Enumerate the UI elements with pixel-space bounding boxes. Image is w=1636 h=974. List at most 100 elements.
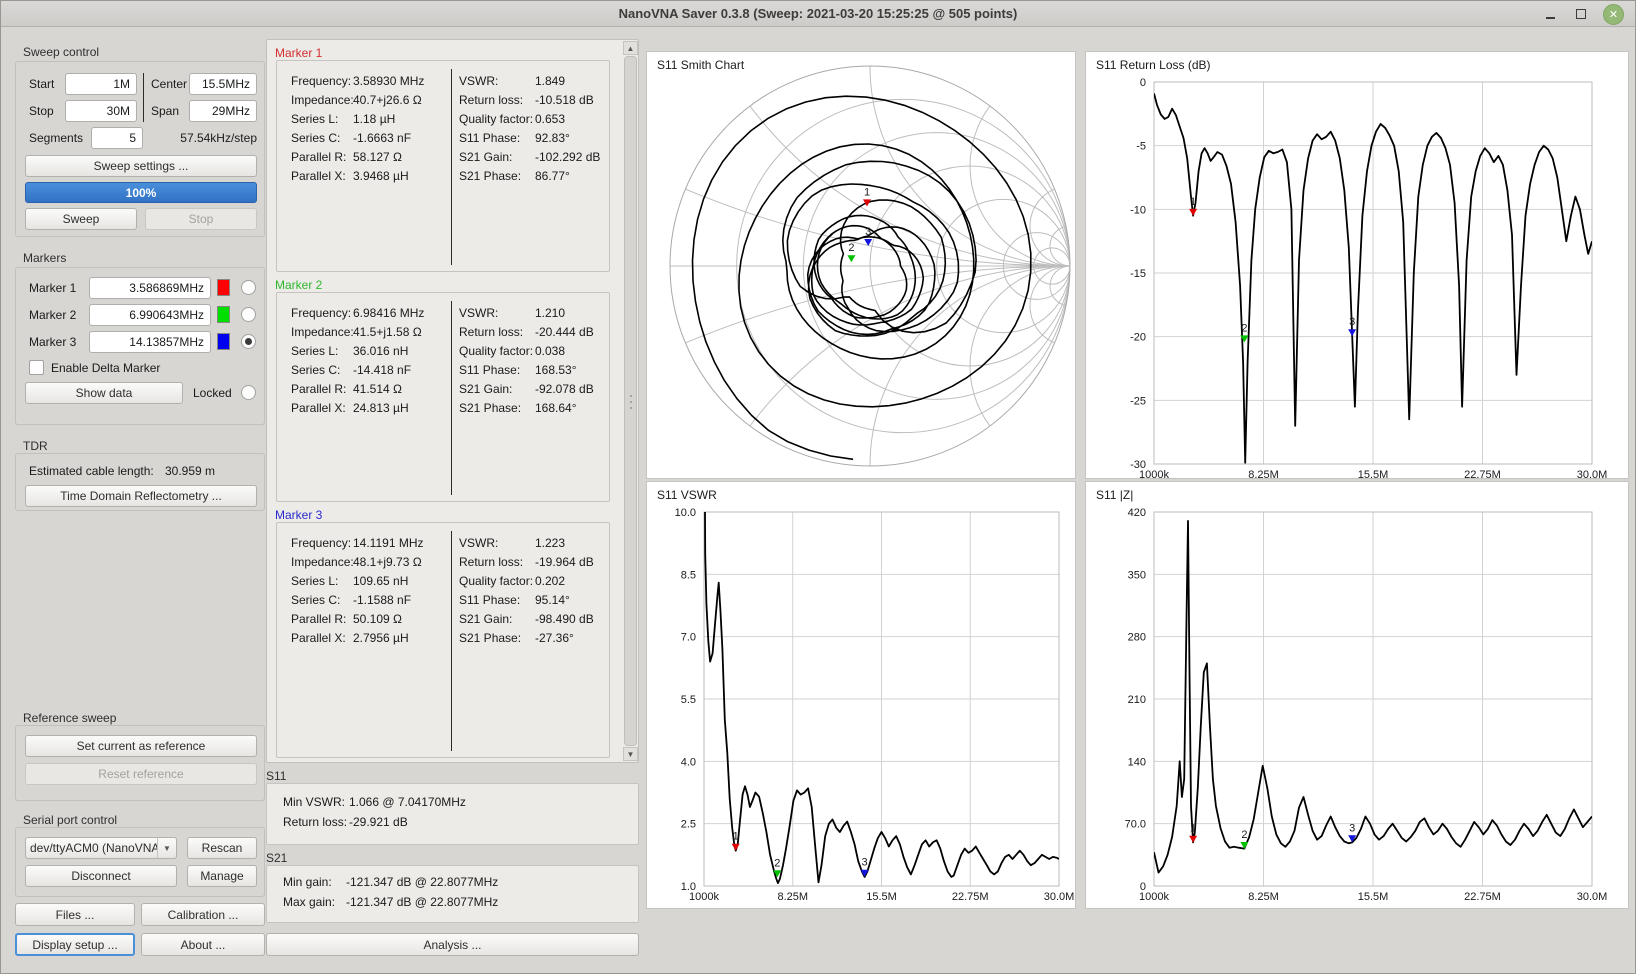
chevron-down-icon: ▼ xyxy=(157,838,176,858)
marker-panel-cell: 40.7+j26.6 Ω xyxy=(353,93,422,107)
svg-text:210: 210 xyxy=(1128,694,1146,706)
smith-chart-panel[interactable]: S11 Smith Chart 123 xyxy=(646,51,1076,479)
svg-text:15.5M: 15.5M xyxy=(866,891,897,903)
titlebar[interactable]: NanoVNA Saver 0.3.8 (Sweep: 2021-03-20 1… xyxy=(1,1,1635,27)
marker-panel-cell: S21 Phase: xyxy=(459,631,521,645)
svg-text:1: 1 xyxy=(1190,196,1196,208)
marker-panel-cell: VSWR: xyxy=(459,536,498,550)
max-gain-value: -121.347 dB @ 22.8077MHz xyxy=(346,895,498,909)
marker-panel-cell: Series C: xyxy=(291,131,340,145)
marker2-color-swatch[interactable] xyxy=(217,306,230,323)
svg-text:70.0: 70.0 xyxy=(1125,819,1146,831)
marker-panel-cell: Impedance: xyxy=(291,555,354,569)
cable-length-value: 30.959 m xyxy=(165,464,215,478)
enable-delta-marker-checkbox[interactable] xyxy=(29,360,44,375)
marker-panel-cell: S21 Gain: xyxy=(459,612,512,626)
marker-panel-cell: 41.514 Ω xyxy=(353,382,402,396)
set-reference-button[interactable]: Set current as reference xyxy=(25,735,257,757)
svg-text:4.0: 4.0 xyxy=(681,756,696,768)
scrollbar-thumb[interactable] xyxy=(624,56,637,746)
show-data-button[interactable]: Show data xyxy=(25,382,183,404)
vswr-chart-panel[interactable]: S11 VSWR 10.08.57.05.54.02.51.01000k8.25… xyxy=(646,481,1076,909)
locked-radio[interactable] xyxy=(241,385,256,400)
svg-text:2: 2 xyxy=(1241,322,1247,334)
marker-panel-cell: Return loss: xyxy=(459,555,523,569)
span-label: Span xyxy=(151,104,179,118)
marker2-radio[interactable] xyxy=(241,307,256,322)
return-loss-chart-panel[interactable]: S11 Return Loss (dB) 0-5-10-15-20-25-301… xyxy=(1085,51,1629,479)
marker-panel-cell: 95.14° xyxy=(535,593,570,607)
marker-panel-title: Marker 3 xyxy=(275,508,322,522)
sweep-settings-button[interactable]: Sweep settings ... xyxy=(25,155,257,177)
svg-text:1: 1 xyxy=(864,186,870,198)
tdr-button[interactable]: Time Domain Reflectometry ... xyxy=(25,485,257,507)
display-setup-button[interactable]: Display setup ... xyxy=(15,933,135,956)
calibration-button[interactable]: Calibration ... xyxy=(141,903,265,926)
svg-text:-15: -15 xyxy=(1130,268,1146,280)
stop-button[interactable]: Stop xyxy=(145,208,257,230)
center-input[interactable]: 15.5MHz xyxy=(189,73,257,95)
sweep-button[interactable]: Sweep xyxy=(25,208,137,230)
marker-panel-cell: -10.518 dB xyxy=(535,93,594,107)
marker-panel-cell: S11 Phase: xyxy=(459,131,520,145)
manage-button[interactable]: Manage xyxy=(187,865,257,887)
span-input[interactable]: 29MHz xyxy=(189,100,257,122)
analysis-button[interactable]: Analysis ... xyxy=(266,933,639,956)
s11-return-loss-value: -29.921 dB xyxy=(349,815,408,829)
stop-input[interactable]: 30M xyxy=(65,100,137,122)
marker1-color-swatch[interactable] xyxy=(217,279,230,296)
disconnect-button[interactable]: Disconnect xyxy=(25,865,177,887)
scroll-down-button[interactable]: ▼ xyxy=(623,747,638,761)
max-gain-label: Max gain: xyxy=(283,895,335,909)
s11-return-loss-label: Return loss: xyxy=(283,815,347,829)
marker-panel-cell: S21 Phase: xyxy=(459,401,521,415)
svg-text:1000k: 1000k xyxy=(1139,891,1169,903)
marker1-input[interactable]: 3.586869MHz xyxy=(89,277,211,299)
vswr-chart[interactable]: 10.08.57.05.54.02.51.01000k8.25M15.5M22.… xyxy=(647,482,1077,910)
files-button[interactable]: Files ... xyxy=(15,903,135,926)
marker-panel-cell: Parallel X: xyxy=(291,401,346,415)
svg-text:1000k: 1000k xyxy=(689,891,719,903)
serial-port-select[interactable]: dev/ttyACM0 (NanoVNA) ▼ xyxy=(25,837,177,859)
marker-panel-box: Frequency:6.98416 MHzImpedance:41.5+j1.5… xyxy=(276,292,610,502)
marker-panel-cell: 1.223 xyxy=(535,536,565,550)
marker-panel-cell: 24.813 µH xyxy=(353,401,409,415)
marker-panel-cell: Quality factor: xyxy=(459,574,533,588)
segments-input[interactable]: 5 xyxy=(91,127,143,149)
markers-section-label: Markers xyxy=(23,251,66,265)
marker-panel-cell: 36.016 nH xyxy=(353,344,408,358)
marker-panel-cell: S21 Phase: xyxy=(459,169,521,183)
s11-section-label: S11 xyxy=(266,769,286,783)
svg-text:-20: -20 xyxy=(1130,332,1146,344)
about-button[interactable]: About ... xyxy=(141,933,265,956)
svg-text:2: 2 xyxy=(848,242,854,254)
close-button[interactable]: ✕ xyxy=(1603,4,1624,25)
maximize-button[interactable] xyxy=(1569,4,1593,24)
marker3-input[interactable]: 14.13857MHz xyxy=(89,331,211,353)
scroll-up-button[interactable]: ▲ xyxy=(623,41,638,55)
z-chart[interactable]: 42035028021014070.001000k8.25M15.5M22.75… xyxy=(1086,482,1630,910)
marker-panel-cell: Parallel X: xyxy=(291,169,346,183)
svg-text:1: 1 xyxy=(1190,823,1196,835)
minimize-button[interactable] xyxy=(1538,4,1562,24)
start-input[interactable]: 1M xyxy=(65,73,137,95)
reset-reference-button[interactable]: Reset reference xyxy=(25,763,257,785)
marker-panel-cell: 0.653 xyxy=(535,112,565,126)
marker3-radio[interactable] xyxy=(241,334,256,349)
app-window: NanoVNA Saver 0.3.8 (Sweep: 2021-03-20 1… xyxy=(0,0,1636,974)
marker2-input[interactable]: 6.990643MHz xyxy=(89,304,211,326)
sweep-control-section-label: Sweep control xyxy=(23,45,99,59)
z-chart-panel[interactable]: S11 |Z| 42035028021014070.001000k8.25M15… xyxy=(1085,481,1629,909)
rescan-button[interactable]: Rescan xyxy=(187,837,257,859)
smith-chart[interactable]: 123 xyxy=(647,52,1077,480)
svg-text:420: 420 xyxy=(1128,507,1146,519)
marker-panel-cell: 2.7956 µH xyxy=(353,631,409,645)
return-loss-chart[interactable]: 0-5-10-15-20-25-301000k8.25M15.5M22.75M3… xyxy=(1086,52,1630,480)
marker1-radio[interactable] xyxy=(241,280,256,295)
svg-text:7.0: 7.0 xyxy=(681,632,696,644)
svg-text:350: 350 xyxy=(1128,569,1146,581)
marker-panel-cell: Series L: xyxy=(291,344,338,358)
marker-panel-box: Frequency:14.1191 MHzImpedance:48.1+j9.7… xyxy=(276,522,610,758)
marker3-color-swatch[interactable] xyxy=(217,333,230,350)
marker-panel-cell: Quality factor: xyxy=(459,344,533,358)
